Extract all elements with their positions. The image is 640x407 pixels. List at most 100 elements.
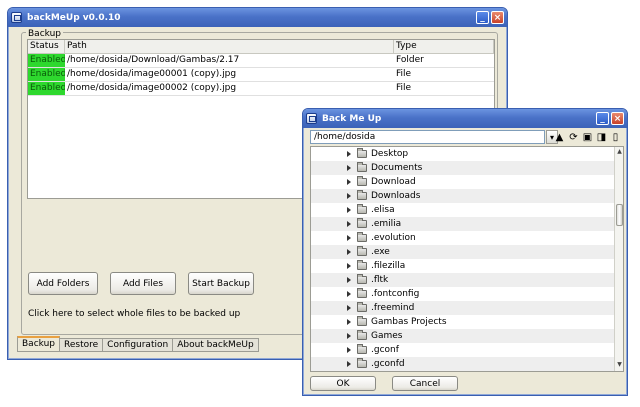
folder-label: .elisa bbox=[371, 205, 395, 215]
refresh-icon[interactable]: ⟳ bbox=[567, 130, 580, 144]
main-titlebar[interactable]: backMeUp v0.0.10 _ × bbox=[8, 8, 507, 27]
tab-restore[interactable]: Restore bbox=[60, 338, 104, 352]
dialog-titlebar[interactable]: Back Me Up _ × bbox=[303, 109, 627, 128]
folder-label: Download bbox=[371, 177, 416, 187]
table-row[interactable]: Enabled /home/dosida/Download/Gambas/2.1… bbox=[28, 54, 494, 68]
folder-icon bbox=[357, 218, 367, 228]
folder-icon bbox=[357, 344, 367, 354]
folder-label: .freemind bbox=[371, 303, 415, 313]
path-cell: /home/dosida/image00001 (copy).jpg bbox=[67, 69, 237, 79]
folder-icon bbox=[357, 190, 367, 200]
dialog-title: Back Me Up bbox=[322, 113, 382, 124]
tab-about[interactable]: About backMeUp bbox=[173, 338, 259, 352]
table-row[interactable]: Enabled /home/dosida/image00001 (copy).j… bbox=[28, 68, 494, 82]
folder-icon bbox=[357, 260, 367, 270]
folder-icon bbox=[357, 162, 367, 172]
main-window-title: backMeUp v0.0.10 bbox=[27, 12, 121, 23]
expand-arrow-icon[interactable] bbox=[347, 235, 351, 241]
table-row[interactable]: Enabled /home/dosida/image00002 (copy).j… bbox=[28, 82, 494, 96]
new-folder-icon[interactable]: ▣ bbox=[581, 130, 594, 144]
folder-icon bbox=[357, 204, 367, 214]
column-type[interactable]: Type bbox=[394, 40, 494, 53]
folder-icon bbox=[357, 330, 367, 340]
folder-label: .evolution bbox=[371, 233, 416, 243]
list-item[interactable]: Games bbox=[311, 329, 623, 343]
file-dialog: Back Me Up _ × /home/dosida ▾ ▲ ⟳ ▣ ◨ ▯ … bbox=[302, 108, 628, 396]
minimize-icon[interactable]: _ bbox=[476, 11, 489, 24]
path-input[interactable]: /home/dosida bbox=[310, 130, 545, 144]
list-item[interactable]: .fontconfig bbox=[311, 287, 623, 301]
split-view-icon[interactable]: ▯ bbox=[609, 130, 622, 144]
close-icon[interactable]: × bbox=[491, 11, 504, 24]
path-cell: /home/dosida/Download/Gambas/2.17 bbox=[67, 55, 240, 65]
expand-arrow-icon[interactable] bbox=[347, 179, 351, 185]
minimize-icon[interactable]: _ bbox=[596, 112, 609, 125]
expand-arrow-icon[interactable] bbox=[347, 221, 351, 227]
folder-icon bbox=[357, 148, 367, 158]
scroll-up-icon[interactable]: ▲ bbox=[616, 148, 623, 157]
close-icon[interactable]: × bbox=[611, 112, 624, 125]
tab-configuration[interactable]: Configuration bbox=[103, 338, 174, 352]
type-cell: File bbox=[396, 83, 412, 93]
list-item[interactable]: .evolution bbox=[311, 231, 623, 245]
folder-icon bbox=[357, 176, 367, 186]
status-badge: Enabled bbox=[28, 54, 65, 67]
list-item[interactable]: .exe bbox=[311, 245, 623, 259]
list-item[interactable]: .gconfd bbox=[311, 357, 623, 371]
type-cell: Folder bbox=[396, 55, 424, 65]
hint-text[interactable]: Click here to select whole files to be b… bbox=[28, 309, 240, 319]
expand-arrow-icon[interactable] bbox=[347, 193, 351, 199]
folder-label: Downloads bbox=[371, 191, 421, 201]
list-item[interactable]: .emilia bbox=[311, 217, 623, 231]
column-path[interactable]: Path bbox=[65, 40, 394, 53]
expand-arrow-icon[interactable] bbox=[347, 165, 351, 171]
folder-icon bbox=[357, 358, 367, 368]
expand-arrow-icon[interactable] bbox=[347, 305, 351, 311]
folder-label: Desktop bbox=[371, 149, 409, 159]
folder-tree[interactable]: Desktop Documents Download Downloads .el… bbox=[310, 146, 624, 372]
expand-arrow-icon[interactable] bbox=[347, 277, 351, 283]
expand-arrow-icon[interactable] bbox=[347, 249, 351, 255]
list-item[interactable]: .gconf bbox=[311, 343, 623, 357]
list-item[interactable]: Downloads bbox=[311, 189, 623, 203]
expand-arrow-icon[interactable] bbox=[347, 263, 351, 269]
folder-icon bbox=[357, 288, 367, 298]
expand-arrow-icon[interactable] bbox=[347, 207, 351, 213]
add-folders-button[interactable]: Add Folders bbox=[28, 272, 98, 295]
expand-arrow-icon[interactable] bbox=[347, 151, 351, 157]
list-item[interactable]: .elisa bbox=[311, 203, 623, 217]
folder-label: .fltk bbox=[371, 275, 389, 285]
start-backup-button[interactable]: Start Backup bbox=[188, 272, 254, 295]
list-item[interactable]: .fltk bbox=[311, 273, 623, 287]
expand-arrow-icon[interactable] bbox=[347, 333, 351, 339]
list-item[interactable]: Desktop bbox=[311, 147, 623, 161]
folder-icon bbox=[357, 316, 367, 326]
tab-backup[interactable]: Backup bbox=[17, 336, 60, 352]
vertical-scrollbar[interactable]: ▲ ▼ bbox=[614, 147, 623, 371]
folder-icon bbox=[357, 246, 367, 256]
arrow-up-icon[interactable]: ▲ bbox=[553, 130, 566, 144]
expand-arrow-icon[interactable] bbox=[347, 347, 351, 353]
folder-label: .fontconfig bbox=[371, 289, 420, 299]
expand-arrow-icon[interactable] bbox=[347, 319, 351, 325]
list-item[interactable]: .freemind bbox=[311, 301, 623, 315]
cancel-button[interactable]: Cancel bbox=[392, 376, 458, 391]
list-item[interactable]: Documents bbox=[311, 161, 623, 175]
column-status[interactable]: Status bbox=[28, 40, 65, 53]
list-item[interactable]: .filezilla bbox=[311, 259, 623, 273]
view-mode-icon[interactable]: ◨ bbox=[595, 130, 608, 144]
dialog-app-icon bbox=[306, 113, 317, 124]
list-item[interactable]: Gambas Projects bbox=[311, 315, 623, 329]
status-badge: Enabled bbox=[28, 68, 65, 81]
expand-arrow-icon[interactable] bbox=[347, 361, 351, 367]
folder-label: Games bbox=[371, 331, 403, 341]
scroll-thumb[interactable] bbox=[616, 204, 623, 226]
folder-icon bbox=[357, 302, 367, 312]
list-item[interactable]: Download bbox=[311, 175, 623, 189]
expand-arrow-icon[interactable] bbox=[347, 291, 351, 297]
ok-button[interactable]: OK bbox=[310, 376, 376, 391]
folder-icon bbox=[357, 274, 367, 284]
scroll-down-icon[interactable]: ▼ bbox=[616, 361, 623, 370]
folder-label: .filezilla bbox=[371, 261, 406, 271]
add-files-button[interactable]: Add Files bbox=[110, 272, 176, 295]
